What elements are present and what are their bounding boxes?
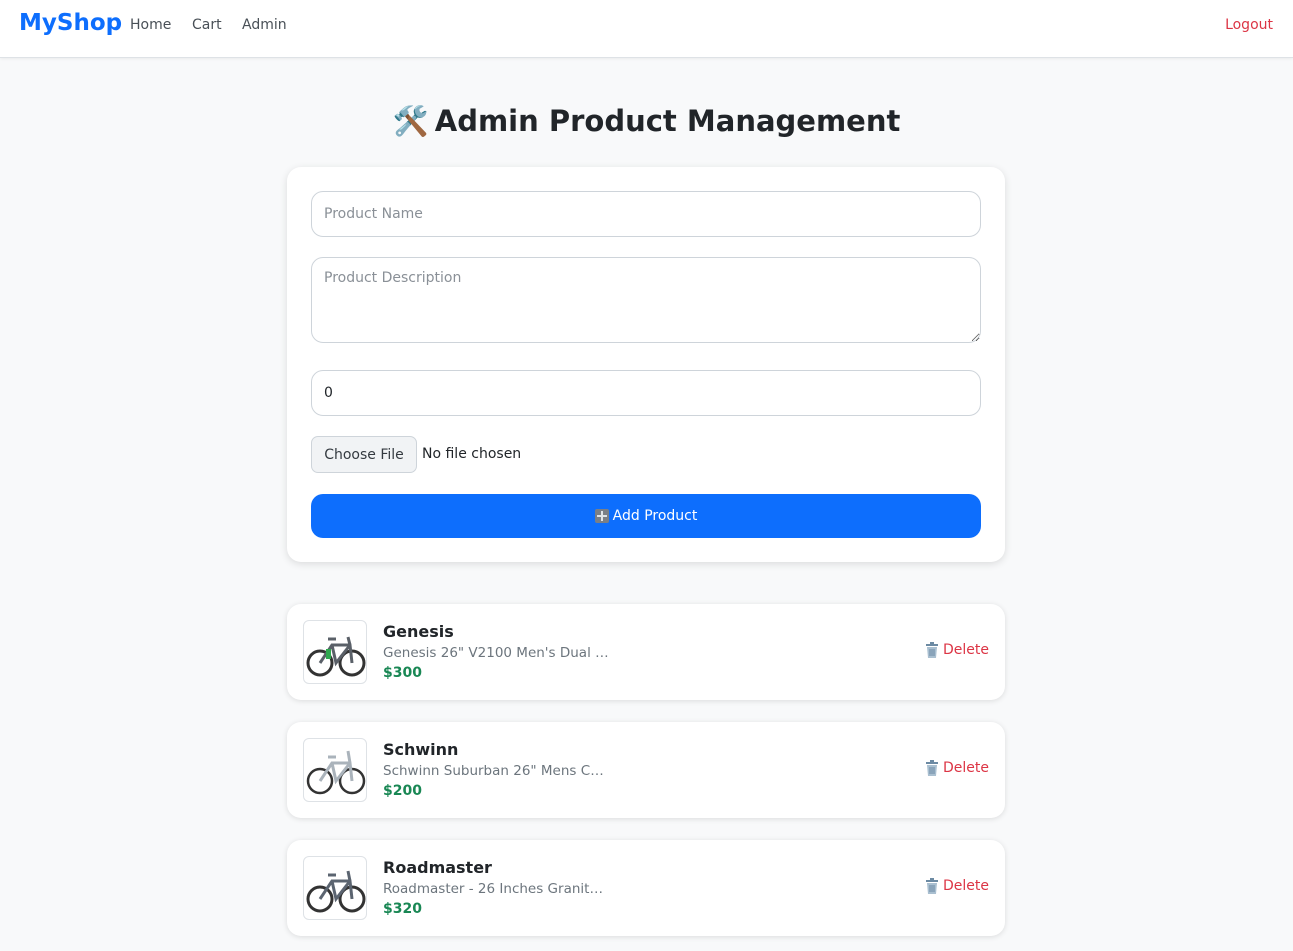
trash-icon <box>925 642 939 658</box>
product-name: Schwinn <box>383 740 459 759</box>
trash-icon <box>925 760 939 776</box>
nav-link-home[interactable]: Home <box>130 17 171 33</box>
delete-label: Delete <box>943 760 989 776</box>
trash-icon <box>925 878 939 894</box>
product-description: Roadmaster - 26 Inches Granite P… <box>383 881 609 897</box>
product-image <box>303 856 367 920</box>
bicycle-icon <box>306 636 366 677</box>
product-description-input[interactable] <box>311 257 981 343</box>
product-card: Genesis Genesis 26" V2100 Men's Dual Su…… <box>287 604 1005 700</box>
product-description: Genesis 26" V2100 Men's Dual Su… <box>383 645 609 661</box>
delete-button[interactable]: Delete <box>925 642 989 658</box>
add-product-label: Add Product <box>612 508 698 524</box>
product-name: Roadmaster <box>383 858 492 877</box>
nav-link-admin[interactable]: Admin <box>242 17 287 33</box>
product-name-input[interactable] <box>311 191 981 237</box>
logout-link[interactable]: Logout <box>1225 17 1273 33</box>
product-card: Roadmaster Roadmaster - 26 Inches Granit… <box>287 840 1005 936</box>
delete-label: Delete <box>943 878 989 894</box>
add-product-form: Choose File No file chosen Add Product <box>287 167 1005 562</box>
choose-file-button[interactable]: Choose File <box>311 436 417 473</box>
product-description: Schwinn Suburban 26" Mens Com… <box>383 763 609 779</box>
delete-button[interactable]: Delete <box>925 878 989 894</box>
product-image <box>303 620 367 684</box>
product-price-input[interactable] <box>311 370 981 416</box>
page-title-text: Admin Product Management <box>434 104 901 138</box>
product-price: $300 <box>383 665 422 681</box>
file-status: No file chosen <box>422 446 522 462</box>
product-price: $200 <box>383 783 422 799</box>
product-price: $320 <box>383 901 422 917</box>
product-name: Genesis <box>383 622 454 641</box>
navbar: MyShop Home Cart Admin Logout <box>0 0 1293 58</box>
bicycle-icon <box>306 750 366 795</box>
page-title: 🛠️ Admin Product Management <box>0 104 1293 139</box>
product-card: Schwinn Schwinn Suburban 26" Mens Com… $… <box>287 722 1005 818</box>
hammer-and-wrench-icon: 🛠️ <box>392 104 429 138</box>
product-image <box>303 738 367 802</box>
delete-button[interactable]: Delete <box>925 760 989 776</box>
brand-logo[interactable]: MyShop <box>19 10 122 36</box>
delete-label: Delete <box>943 642 989 658</box>
plus-icon <box>594 509 609 523</box>
bicycle-icon <box>306 870 366 913</box>
add-product-button[interactable]: Add Product <box>311 494 981 538</box>
nav-link-cart[interactable]: Cart <box>192 17 222 33</box>
